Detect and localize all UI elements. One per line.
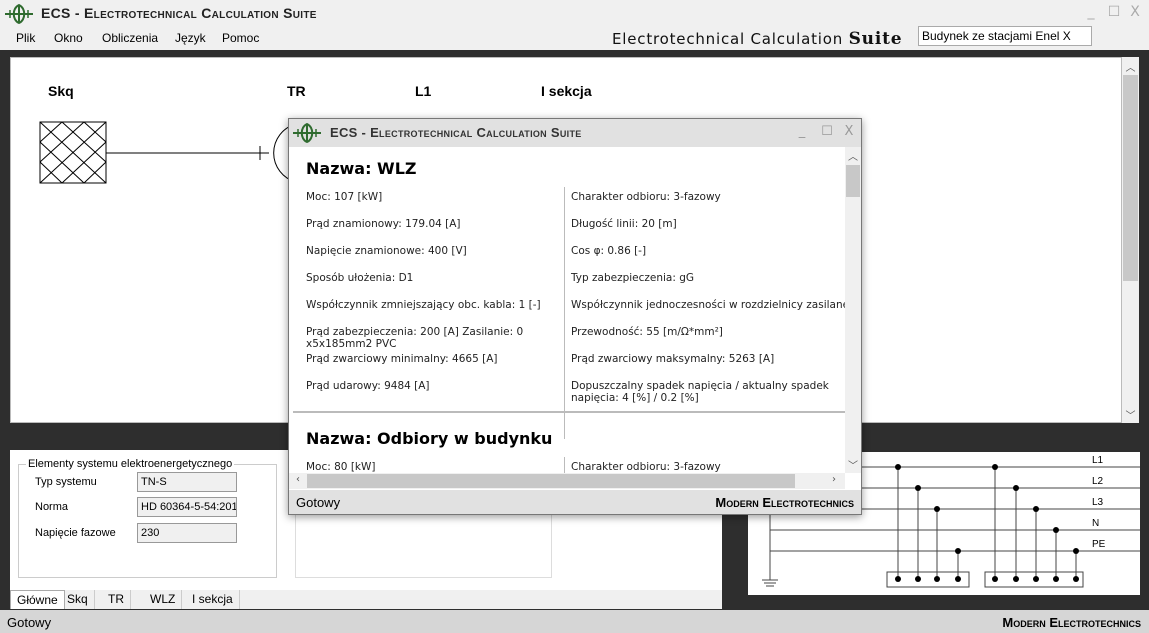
menu-jezyk[interactable]: Język [175, 31, 206, 45]
column-divider [564, 457, 565, 473]
prop-rated-voltage: Napięcie znamionowe: 400 [V] [306, 245, 467, 257]
app-title: ECS - Electrotechnical Calculation Suite [41, 5, 317, 21]
status-text: Gotowy [7, 615, 52, 630]
norm-label: Norma [35, 501, 69, 513]
tab-wlz[interactable]: WLZ [144, 590, 183, 609]
prop-rated-current: Prąd znamionowy: 179.04 [A] [306, 218, 461, 230]
tab-bar: Główne Skq TR WLZ I sekcja [10, 590, 722, 609]
menu-obliczenia[interactable]: Obliczenia [102, 31, 158, 45]
prop-simultaneity: Współczynnik jednoczesności w rozdzielni… [571, 299, 845, 311]
status-brand: Modern Electrotechnics [1002, 615, 1141, 630]
prop-power-2: Moc: 80 [kW] [306, 461, 376, 473]
dialog-title-bar[interactable]: ECS - Electrotechnical Calculation Suite… [289, 119, 861, 147]
dialog-horizontal-scrollbar[interactable]: ‹ › [289, 473, 845, 489]
scroll-right-icon[interactable]: › [827, 474, 841, 485]
tab-tr[interactable]: TR [102, 590, 131, 609]
dialog-maximize-button[interactable]: ☐ [818, 124, 836, 139]
column-divider [564, 187, 565, 439]
header-brand: Electrotechnical Calculation Suite [612, 29, 902, 49]
phase-voltage-field[interactable]: 230 [137, 523, 237, 543]
menu-okno[interactable]: Okno [54, 31, 83, 45]
status-bar: Gotowy Modern Electrotechnics [0, 610, 1149, 633]
prop-cos-phi: Cos φ: 0.86 [-] [571, 245, 647, 257]
scrollbar-thumb[interactable] [307, 474, 795, 488]
tab-i-sekcja[interactable]: I sekcja [186, 590, 240, 609]
minimize-button[interactable]: _ [1081, 4, 1101, 20]
prop-power: Moc: 107 [kW] [306, 191, 383, 203]
prop-installation: Sposób ułożenia: D1 [306, 272, 414, 284]
brand-suite: Suite [848, 29, 903, 49]
menu-pomoc[interactable]: Pomoc [222, 31, 259, 45]
close-button[interactable]: X [1125, 4, 1145, 20]
prop-derating: Współczynnik zmniejszający obc. kabla: 1… [306, 299, 541, 311]
line-label-l3: L3 [1092, 497, 1104, 508]
scroll-up-icon[interactable]: ︿ [1122, 59, 1139, 74]
section-title-odbiory: Nazwa: Odbiory w budynku [306, 429, 553, 448]
maximize-button[interactable]: ☐ [1104, 4, 1124, 20]
system-type-label: Typ systemu [35, 476, 97, 488]
section-title-wlz: Nazwa: WLZ [306, 159, 417, 178]
tab-glowne[interactable]: Główne [10, 590, 65, 609]
line-label-n: N [1092, 518, 1099, 529]
dialog-status-text: Gotowy [296, 495, 341, 510]
title-bar: ECS - Electrotechnical Calculation Suite… [0, 0, 1149, 28]
prop-protection-type: Typ zabezpieczenia: gG [571, 272, 695, 284]
scrollbar-thumb[interactable] [1123, 75, 1138, 281]
prop-voltage-drop: Dopuszczalny spadek napięcia / aktualny … [571, 380, 829, 404]
dialog-close-button[interactable]: X [840, 124, 858, 139]
menu-plik[interactable]: Plik [16, 31, 35, 45]
prop-min-short-circuit: Prąd zwarciowy minimalny: 4665 [A] [306, 353, 498, 365]
norm-field[interactable]: HD 60364-5-54:201 [137, 497, 237, 517]
dialog-minimize-button[interactable]: _ [793, 124, 811, 139]
grid-source-icon[interactable] [39, 121, 107, 184]
dialog-status-bar: Gotowy Modern Electrotechnics [289, 490, 861, 514]
prop-protection-current: Prąd zabezpieczenia: 200 [A] Zasilanie: … [306, 326, 524, 350]
prop-conductivity: Przewodność: 55 [m/Ω*mm²] [571, 326, 723, 338]
prop-load-type: Charakter odbioru: 3-fazowy [571, 191, 721, 203]
line-label-l1: L1 [1092, 455, 1104, 466]
brand-main: Electrotechnical Calculation [612, 30, 844, 48]
prop-load-type-2: Charakter odbioru: 3-fazowy [571, 461, 721, 473]
phase-voltage-label: Napięcie fazowe [35, 527, 116, 539]
schematic-drawing [39, 121, 297, 184]
tab-skq[interactable]: Skq [61, 590, 95, 609]
scroll-down-icon[interactable]: ﹀ [1122, 407, 1139, 422]
scrollbar-thumb[interactable] [846, 165, 860, 197]
scroll-up-icon[interactable]: ︿ [845, 148, 861, 163]
system-type-field[interactable]: TN-S [137, 472, 237, 492]
scroll-down-icon[interactable]: ﹀ [845, 457, 861, 472]
scroll-left-icon[interactable]: ‹ [291, 474, 305, 485]
project-name-input[interactable] [918, 26, 1092, 46]
label-l1: L1 [415, 83, 432, 99]
prop-line-length: Długość linii: 20 [m] [571, 218, 677, 230]
details-dialog: ECS - Electrotechnical Calculation Suite… [288, 118, 862, 515]
dialog-vertical-scrollbar[interactable]: ︿ ﹀ [845, 147, 861, 473]
section-divider [293, 411, 845, 413]
dialog-content: Nazwa: WLZ Moc: 107 [kW] Prąd znamionowy… [289, 147, 845, 473]
prop-peak-current: Prąd udarowy: 9484 [A] [306, 380, 430, 392]
app-logo-icon [5, 4, 33, 24]
dialog-logo-icon [293, 123, 321, 143]
canvas-vertical-scrollbar[interactable]: ︿ ﹀ [1122, 57, 1139, 423]
line-label-pe: PE [1092, 539, 1106, 550]
label-i-sekcja: I sekcja [541, 83, 592, 99]
dialog-status-brand: Modern Electrotechnics [715, 495, 854, 510]
prop-max-short-circuit: Prąd zwarciowy maksymalny: 5263 [A] [571, 353, 775, 365]
dialog-title: ECS - Electrotechnical Calculation Suite [330, 125, 582, 140]
line-label-l2: L2 [1092, 476, 1104, 487]
system-group-title: Elementy systemu elektroenergetycznego [26, 458, 235, 470]
